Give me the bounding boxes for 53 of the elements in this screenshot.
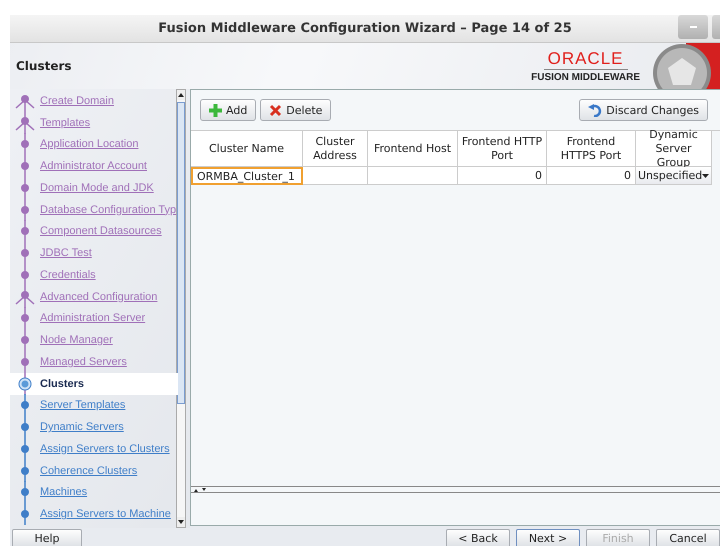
plus-icon (209, 104, 222, 116)
step-link[interactable]: Managed Servers (10, 351, 176, 373)
window-title: Fusion Middleware Configuration Wizard – Page 14 of 25 (158, 21, 572, 36)
add-button[interactable]: Add (200, 99, 256, 121)
step-link[interactable]: Clusters (10, 372, 178, 394)
step-link[interactable]: Database Configuration Typ (10, 198, 176, 220)
step-link[interactable]: Credentials (10, 264, 176, 286)
delete-button[interactable]: Delete (260, 99, 332, 121)
step-link[interactable]: Application Location (10, 134, 176, 156)
minimize-button[interactable] (678, 15, 708, 39)
scroll-down-arrow-icon (178, 520, 184, 524)
server-groups-dropdown[interactable]: Unspecified (636, 167, 712, 185)
table-cell[interactable] (303, 167, 368, 185)
dropdown-caret-icon (702, 174, 709, 178)
step-link[interactable]: Machines (10, 482, 176, 504)
page-title: Clusters (16, 59, 73, 73)
step-link[interactable]: Advanced Configuration (10, 286, 176, 308)
brand-logo-text: ORACLE (544, 49, 628, 70)
step-link[interactable]: Assign Servers to Clusters (10, 438, 176, 460)
help-button[interactable]: Help (12, 529, 82, 546)
table-cell[interactable]: 0 (547, 167, 636, 185)
minimize-icon (690, 26, 696, 28)
product-name: FUSION MIDDLEWARE (531, 72, 640, 83)
table-cell[interactable]: ORMBA_Cluster_1 (191, 167, 303, 185)
column-header: Frontend HTTPS Port (547, 131, 636, 167)
scrollbar[interactable] (176, 89, 186, 528)
step-link[interactable]: Administration Server (10, 308, 176, 330)
table-cell[interactable] (368, 167, 458, 185)
step-link[interactable]: Assign Servers to Machine (10, 503, 176, 525)
table-cell[interactable]: 0 (458, 167, 547, 185)
step-link[interactable]: Component Datasources (10, 220, 176, 242)
scroll-up-arrow-icon (178, 93, 184, 97)
column-header: Cluster Address (303, 131, 368, 167)
discard-changes-button[interactable]: Discard Changes (579, 99, 708, 121)
step-link[interactable]: Node Manager (10, 329, 176, 351)
step-link[interactable]: Domain Mode and JDK (10, 177, 176, 199)
undo-arrow-icon (588, 104, 602, 116)
column-header: Frontend HTTP Port (458, 131, 547, 167)
back-button[interactable]: < Back (446, 529, 510, 546)
close-icon (269, 104, 282, 116)
step-link[interactable]: Create Domain (10, 90, 176, 112)
next-button[interactable]: Next > (516, 529, 580, 546)
step-link[interactable]: JDBC Test (10, 242, 176, 264)
step-link[interactable]: Administrator Account (10, 155, 176, 177)
column-header: Cluster Name (191, 131, 303, 167)
column-header: Frontend Host (368, 131, 458, 167)
splitter-arrows-icon (193, 486, 207, 492)
step-link[interactable]: Coherence Clusters (10, 460, 176, 482)
step-link[interactable]: Templates (10, 112, 176, 134)
step-link[interactable]: Dynamic Servers (10, 416, 176, 438)
column-header: Dynamic Server Group (636, 131, 712, 167)
step-link[interactable]: Server Templates (10, 394, 176, 416)
cancel-button[interactable]: Cancel (656, 529, 720, 546)
